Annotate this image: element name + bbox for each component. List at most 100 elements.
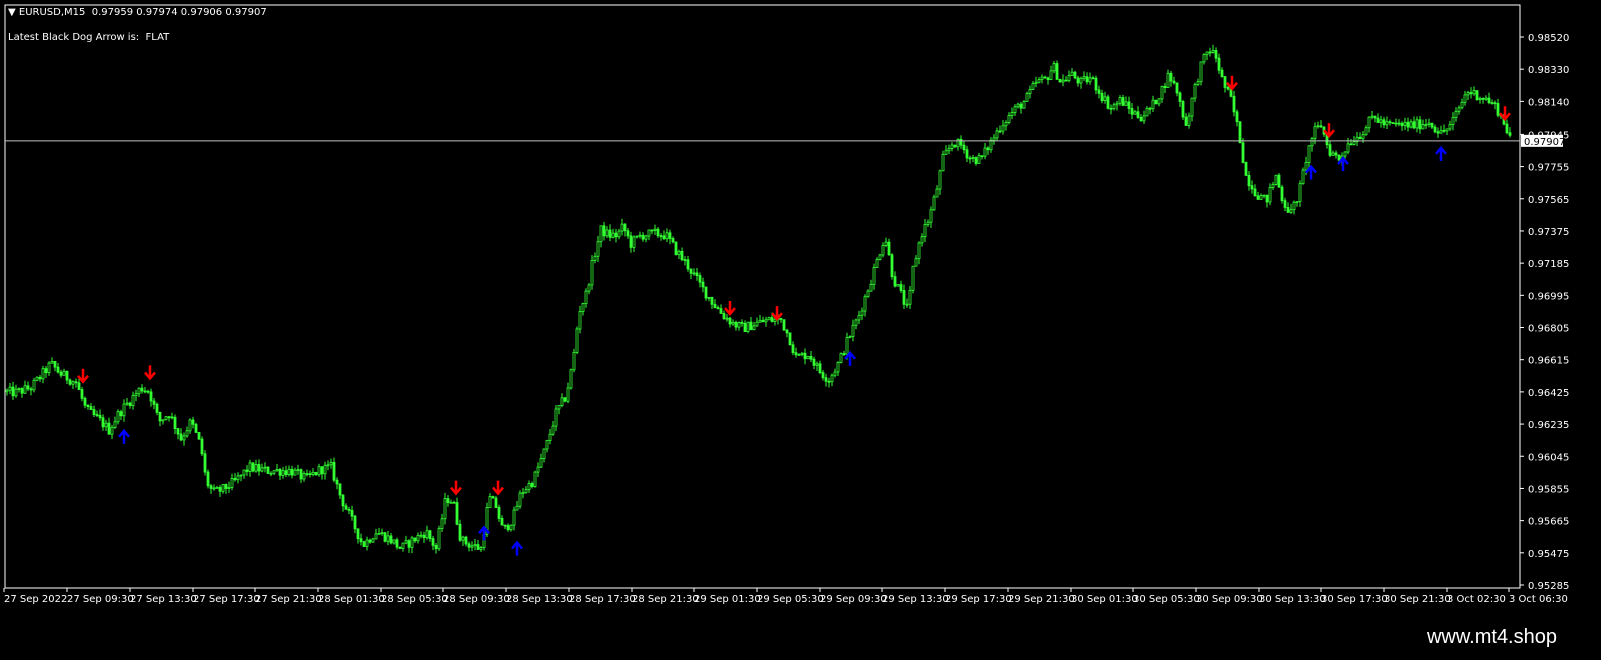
x-tick-label: 28 Sep 17:30 <box>569 594 636 605</box>
signal-arrows <box>77 75 1511 556</box>
candle-body <box>1049 70 1053 81</box>
candle-body <box>812 358 816 366</box>
candle-body <box>209 485 213 489</box>
price-chart[interactable]: 0.985200.983300.981400.979450.977550.975… <box>0 0 1601 624</box>
x-tick-label: 27 Sep 21:30 <box>255 594 322 605</box>
candle-body <box>56 366 60 373</box>
candle-body <box>362 541 366 547</box>
candle-body <box>434 544 438 550</box>
candle-body <box>398 546 402 549</box>
candle-body <box>1199 61 1203 83</box>
candle-body <box>1310 138 1314 147</box>
x-tick-label: 29 Sep 13:30 <box>882 594 949 605</box>
candle-body <box>878 254 882 260</box>
candle-body <box>965 149 969 159</box>
sell-arrow-icon <box>144 365 156 381</box>
candle-body <box>1442 129 1446 132</box>
candle-body <box>506 525 510 531</box>
candle-body <box>875 259 879 268</box>
candles <box>5 44 1512 554</box>
candle-body <box>1469 92 1473 95</box>
candle-body <box>317 466 321 476</box>
candle-body <box>665 232 669 240</box>
candle-body <box>626 230 630 237</box>
candle-body <box>1385 121 1389 126</box>
candle-body <box>1046 77 1050 81</box>
candle-body <box>395 539 399 548</box>
candle-body <box>653 228 657 231</box>
candle-body <box>509 524 513 531</box>
candle-body <box>1040 76 1044 81</box>
candle-body <box>884 241 888 246</box>
collapse-triangle-icon[interactable]: ▼ <box>8 7 16 18</box>
candle-body <box>734 321 738 328</box>
candle-body <box>17 388 21 390</box>
candle-body <box>1343 151 1347 157</box>
sell-arrow-icon <box>450 480 462 496</box>
candle-body <box>380 532 384 535</box>
candle-body <box>977 155 981 164</box>
chart-window[interactable]: 0.985200.983300.981400.979450.977550.975… <box>0 0 1601 624</box>
candle-body <box>917 242 921 260</box>
candle-body <box>1001 125 1005 132</box>
candle-body <box>416 534 420 542</box>
candle-body <box>200 438 204 455</box>
candle-body <box>224 484 228 489</box>
candle-body <box>20 388 24 394</box>
buy-arrow-icon <box>1305 164 1317 180</box>
candle-body <box>1010 112 1014 116</box>
candle-body <box>803 352 807 360</box>
candle-body <box>725 317 729 320</box>
x-tick-label: 27 Sep 13:30 <box>130 594 197 605</box>
candle-body <box>149 391 153 402</box>
candle-body <box>1148 107 1152 110</box>
candle-body <box>1109 107 1113 110</box>
candle-body <box>1073 71 1077 79</box>
candle-body <box>1196 81 1200 85</box>
candle-body <box>1382 119 1386 126</box>
candle-body <box>446 498 450 503</box>
candle-body <box>293 469 297 476</box>
candle-body <box>389 535 393 544</box>
candle-body <box>914 258 918 267</box>
candle-body <box>488 496 492 508</box>
candle-body <box>890 254 894 277</box>
candle-body <box>137 387 141 395</box>
candle-body <box>719 308 723 314</box>
time-axis: 27 Sep 2022 27 Sep 09:3027 Sep 13:3027 Se… <box>3 588 1568 605</box>
candle-body <box>839 353 843 363</box>
candle-body <box>992 137 996 141</box>
candle-body <box>1034 81 1038 85</box>
candle-body <box>257 464 261 472</box>
candle-body <box>167 416 171 419</box>
candle-body <box>749 321 753 331</box>
candle-body <box>722 313 726 319</box>
sell-arrow-icon <box>724 301 736 316</box>
candle-body <box>1079 77 1083 84</box>
x-tick-label: 28 Sep 21:30 <box>632 594 699 605</box>
candle-body <box>767 317 771 321</box>
x-tick-label: 27 Sep 2022 <box>4 594 67 605</box>
candle-body <box>731 321 735 325</box>
candle-body <box>1070 71 1074 76</box>
candle-body <box>1094 77 1098 91</box>
x-tick-label: 30 Sep 01:30 <box>1071 594 1138 605</box>
indicator-label: Latest Black Dog Arrow is: <box>8 32 140 43</box>
candle-body <box>1007 115 1011 123</box>
candle-body <box>605 229 609 237</box>
candle-body <box>119 411 123 417</box>
candle-body <box>1088 77 1092 83</box>
candle-body <box>941 153 945 172</box>
candle-body <box>770 317 774 322</box>
candle-body <box>1052 63 1056 72</box>
candle-body <box>590 260 594 286</box>
candle-body <box>755 321 759 327</box>
candle-body <box>953 144 957 148</box>
candle-body <box>1358 136 1362 140</box>
candle-body <box>1337 154 1341 161</box>
candle-body <box>959 138 963 146</box>
candle-body <box>1211 50 1215 53</box>
candle-body <box>1379 119 1383 123</box>
candle-body <box>143 390 147 393</box>
candle-body <box>1172 80 1176 84</box>
